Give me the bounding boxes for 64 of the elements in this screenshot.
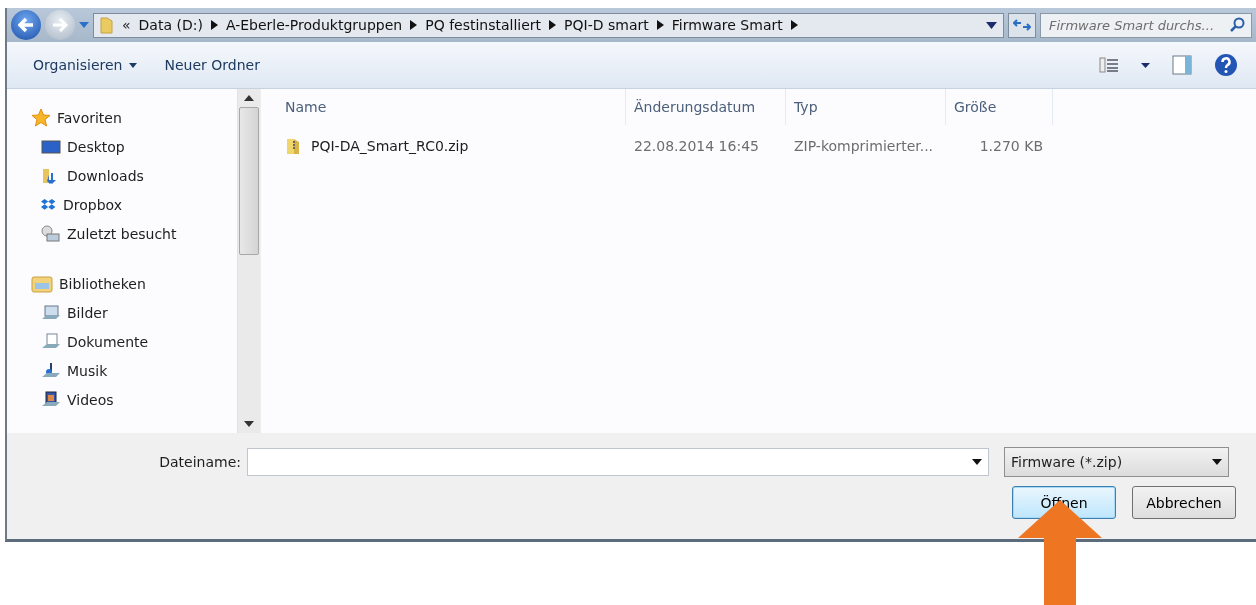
scroll-up-icon[interactable] [244, 95, 254, 101]
address-bar[interactable]: « Data (D:) A-Eberle-Produktgruppen PQ festinstalliert PQI-D smart Firmware Smart [93, 12, 1004, 38]
monitor-icon [41, 138, 61, 155]
scroll-down-icon[interactable] [244, 421, 254, 427]
breadcrumb-arrow-icon[interactable] [210, 20, 218, 30]
cancel-button[interactable]: Abbrechen [1132, 486, 1236, 519]
library-folder-icon [31, 274, 53, 293]
refresh-button[interactable] [1008, 12, 1036, 38]
overflow-chevron[interactable]: « [122, 17, 131, 33]
dropbox-icon [41, 197, 57, 212]
filename-label: Dateiname: [158, 454, 242, 470]
toolbar-button[interactable]: Organisieren [25, 53, 145, 77]
help-icon[interactable] [1214, 53, 1238, 77]
date-cell-text: 22.08.2014 16:45 [633, 138, 760, 154]
documents-library-icon [41, 332, 61, 351]
breadcrumb[interactable]: Firmware Smart [671, 17, 783, 33]
history-dropdown-icon[interactable] [79, 21, 89, 29]
type-cell-text: ZIP-komprimierter... [793, 138, 935, 154]
column-header[interactable]: Änderungsdatum [626, 89, 786, 125]
breadcrumb-arrow-icon[interactable] [410, 20, 418, 30]
scrollbar[interactable] [237, 89, 260, 433]
column-header[interactable]: Name [261, 89, 626, 125]
sidebar-item[interactable]: Dokumente [31, 327, 237, 356]
breadcrumb-arrow-icon[interactable] [656, 20, 664, 30]
recent-places-icon [41, 224, 61, 243]
videos-library-icon [41, 390, 61, 409]
star-icon [31, 107, 51, 128]
size-cell-text: 1.270 KB [978, 138, 1044, 154]
view-options-icon[interactable] [1099, 56, 1119, 74]
back-button[interactable] [11, 10, 41, 40]
file-type-dropdown[interactable]: Firmware (*.zip) [1004, 447, 1229, 477]
column-header[interactable]: Typ [786, 89, 946, 125]
sidebar-item[interactable]: Downloads [31, 161, 237, 190]
sidebar-item[interactable]: Dropbox [31, 190, 237, 219]
filename-field[interactable] [247, 448, 989, 476]
caret-icon[interactable] [972, 459, 982, 465]
search-field[interactable]: Firmware Smart durchs... [1047, 13, 1229, 37]
music-library-icon [41, 361, 61, 380]
search-icon[interactable] [1229, 17, 1245, 33]
caret-icon [128, 62, 137, 68]
sidebar-item[interactable]: Zuletzt besucht [31, 219, 237, 248]
breadcrumb-arrow-icon[interactable] [549, 20, 557, 30]
breadcrumb-arrow-icon[interactable] [790, 20, 798, 30]
column-header[interactable]: Größe [946, 89, 1053, 125]
caret-icon[interactable] [1141, 62, 1150, 68]
pictures-library-icon [41, 303, 61, 322]
sidebar-item[interactable]: Videos [31, 385, 237, 414]
breadcrumb[interactable]: A-Eberle-Produktgruppen [225, 17, 403, 33]
sidebar-item[interactable]: Musik [31, 356, 237, 385]
search-box[interactable]: Firmware Smart durchs... [1040, 12, 1252, 38]
caret-icon[interactable] [1212, 459, 1222, 465]
sidebar-heading[interactable]: Bibliotheken [31, 269, 237, 298]
breadcrumb[interactable]: PQI-D smart [564, 17, 649, 33]
refresh-arrows-icon[interactable] [1013, 18, 1031, 32]
sidebar-item[interactable]: Bilder [31, 298, 237, 327]
sidebar-heading[interactable]: Favoriten [31, 103, 237, 132]
toolbar-button[interactable]: Neuer Ordner [156, 53, 268, 77]
address-dropdown-icon[interactable] [986, 21, 997, 29]
breadcrumb[interactable]: Data (D:) [138, 17, 203, 33]
file-name-cell[interactable]: PQI-DA_Smart_RC0.zip [261, 137, 626, 155]
folder-icon [100, 16, 114, 34]
breadcrumb[interactable]: PQ festinstalliert [425, 17, 542, 33]
sidebar-item[interactable]: Desktop [31, 132, 237, 161]
back-arrow-icon[interactable] [18, 17, 34, 33]
